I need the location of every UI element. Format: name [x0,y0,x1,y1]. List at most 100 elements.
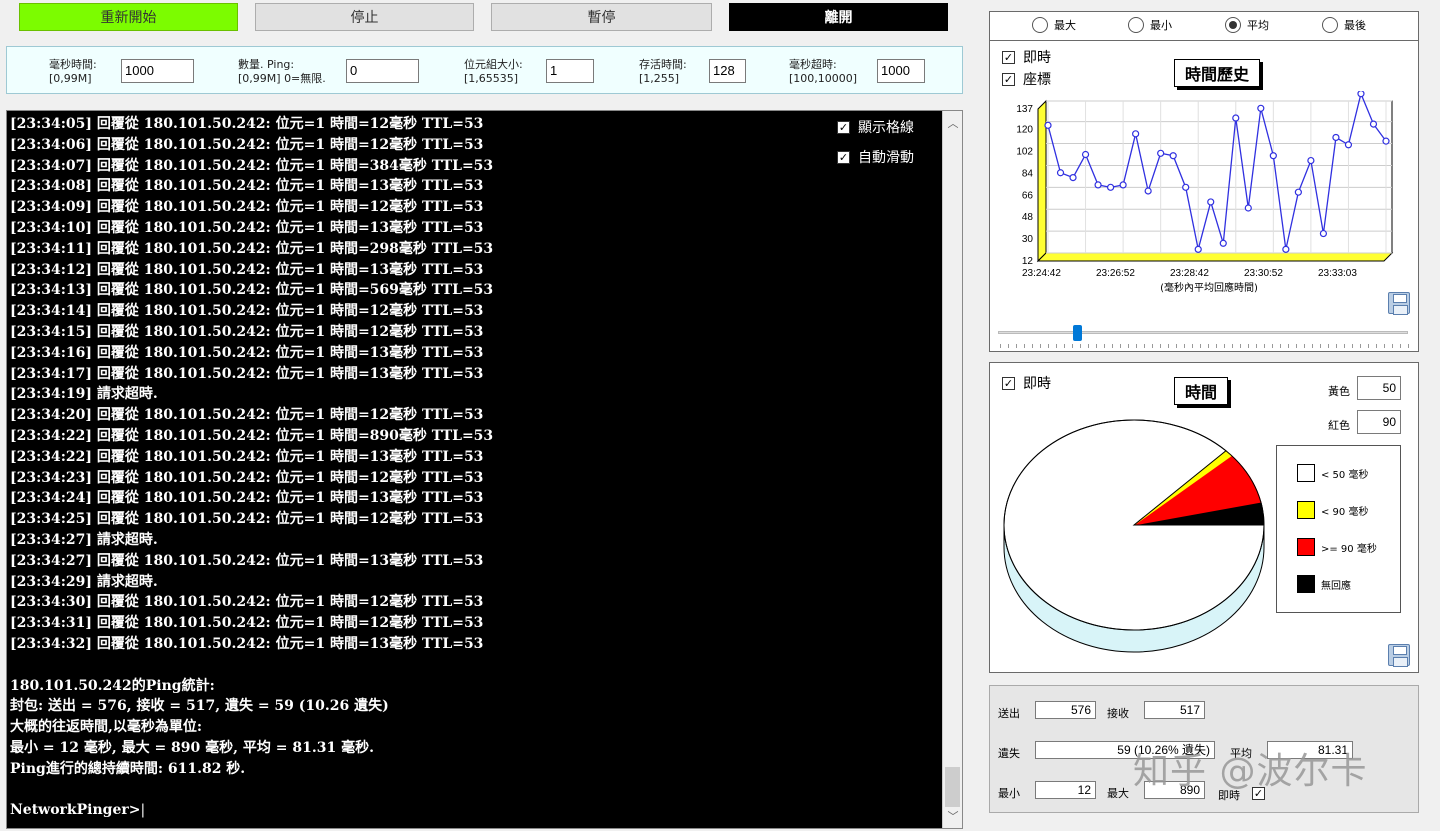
y-tick-label: 137 [1016,104,1033,115]
y-tick-label: 66 [1022,190,1034,201]
data-point [1219,239,1227,247]
chevron-up-icon[interactable]: ︿ [943,115,962,131]
save-chart-icon[interactable] [1388,292,1410,315]
radio-avg[interactable]: 平均 [1225,17,1269,33]
restart-button[interactable]: 重新開始 [19,3,238,31]
radio-last[interactable]: 最後 [1322,17,1366,33]
legend-item: >= 90 毫秒 [1297,538,1377,556]
console-line: [23:34:17] 回覆從 180.101.50.242: 位元=1 時間=1… [10,365,484,382]
legend-swatch [1297,538,1315,556]
ttl-input[interactable]: 128 [709,59,746,83]
interval-label: 毫秒時間: [0,99M] [49,58,97,85]
console-line: [23:34:25] 回覆從 180.101.50.242: 位元=1 時間=1… [10,511,484,528]
console-line: [23:34:10] 回覆從 180.101.50.242: 位元=1 時間=1… [10,219,484,236]
console-line: [23:34:30] 回覆從 180.101.50.242: 位元=1 時間=1… [10,594,484,611]
data-point [1182,183,1190,191]
history-slider-track[interactable] [998,331,1408,334]
show-grid-checkbox[interactable]: ✓ 顯示格線 [837,117,914,137]
leave-button[interactable]: 離開 [729,3,948,31]
data-point [1294,188,1302,196]
min-label: 最小 [998,787,1020,800]
check-icon: ✓ [837,150,850,164]
stat-mode-radio-group: 最大 最小 平均 最後 [989,11,1419,40]
console-line: [23:34:22] 回覆從 180.101.50.242: 位元=1 時間=8… [10,427,494,444]
console-line: 最小 = 12 毫秒, 最大 = 890 毫秒, 平均 = 81.31 毫秒. [10,739,374,756]
interval-input[interactable]: 1000 [121,59,194,83]
auto-scroll-checkbox[interactable]: ✓ 自動滑動 [837,147,914,167]
data-point [1232,114,1240,122]
data-point [1332,133,1340,142]
red-threshold-input[interactable]: 90 [1357,410,1401,434]
data-point [1081,150,1090,159]
data-point [1144,187,1152,195]
history-realtime-checkbox[interactable]: ✓ 即時 [1002,47,1051,67]
ping-parameters-panel: 毫秒時間: [0,99M] 1000 數量. Ping: [0,99M] 0=無限.… [6,46,963,94]
y-tick-label: 84 [1022,168,1034,179]
stop-button[interactable]: 停止 [255,3,474,31]
check-icon: ✓ [1002,50,1015,64]
console-line: 180.101.50.242的Ping統計: [10,677,215,694]
console-line: [23:34:24] 回覆從 180.101.50.242: 位元=1 時間=1… [10,490,484,507]
data-point [1369,120,1378,128]
time-pie-panel: ✓ 即時 時間 黃色 50 紅色 90 < 50 毫秒 < 90 毫秒 >= 90… [989,362,1419,673]
y-tick-label: 102 [1016,147,1033,158]
data-point [1194,245,1202,253]
pie-title: 時間 [1174,377,1229,405]
recv-label: 接收 [1107,707,1129,720]
console-line: [23:34:19] 請求超時. [10,386,158,403]
red-threshold-label: 紅色 [1328,419,1350,432]
save-pie-icon[interactable] [1388,644,1410,667]
timeout-label: 毫秒超時: [100,10000] [789,58,858,85]
slider-ticks [1000,344,1410,348]
recv-value: 517 [1144,701,1205,719]
radio-min[interactable]: 最小 [1128,17,1172,33]
data-point [1207,198,1215,206]
count-label: 數量. Ping: [0,99M] 0=無限. [238,58,326,85]
count-input[interactable]: 0 [346,59,419,83]
data-point [1319,229,1328,238]
y-tick-label: 12 [1022,256,1034,267]
history-title: 時間歷史 [1174,59,1261,87]
data-point [1119,181,1127,189]
history-slider-thumb[interactable] [1073,325,1082,341]
check-icon: ✓ [837,120,850,134]
check-icon: ✓ [1002,376,1015,390]
timeout-input[interactable]: 1000 [877,59,925,83]
history-coords-checkbox[interactable]: ✓ 座標 [1002,69,1051,89]
scrollbar-thumb[interactable] [945,767,960,807]
y-tick-label: 48 [1022,212,1034,223]
data-point [1244,204,1252,212]
chevron-down-icon[interactable]: ﹀ [943,808,962,824]
data-point [1282,245,1290,253]
console-line: [23:34:13] 回覆從 180.101.50.242: 位元=1 時間=5… [10,282,494,299]
data-point [1044,121,1052,129]
console-line: [23:34:07] 回覆從 180.101.50.242: 位元=1 時間=3… [10,157,494,174]
console-line: [23:34:05] 回覆從 180.101.50.242: 位元=1 時間=1… [10,116,484,132]
time-pie-chart [1003,419,1265,653]
console-line: [23:34:27] 回覆從 180.101.50.242: 位元=1 時間=1… [10,552,484,569]
console-lines: [23:34:05] 回覆從 180.101.50.242: 位元=1 時間=1… [10,114,493,821]
yellow-threshold-label: 黃色 [1328,385,1350,398]
pie-legend: < 50 毫秒 < 90 毫秒 >= 90 毫秒 無回應 [1276,445,1401,613]
console-line: [23:34:06] 回覆從 180.101.50.242: 位元=1 時間=1… [10,136,484,153]
console-output[interactable]: [23:34:05] 回覆從 180.101.50.242: 位元=1 時間=1… [6,110,963,829]
console-line: [23:34:23] 回覆從 180.101.50.242: 位元=1 時間=1… [10,469,484,486]
time-history-chart: 12 30 48 66 84 102 120 137 23:24:42 23:26:52 23:28… [1016,91,1394,294]
radio-max[interactable]: 最大 [1032,17,1076,33]
data-point [1382,137,1390,145]
data-point [1269,152,1277,160]
pie-realtime-checkbox[interactable]: ✓ 即時 [1002,373,1051,393]
watermark: 知乎 @波尔卡 [1133,751,1368,792]
x-axis-label: (毫秒內平均回應時間) [1160,281,1258,294]
pie-slice [1003,419,1265,631]
legend-swatch [1297,501,1315,519]
pause-button[interactable]: 暫停 [491,3,712,31]
x-tick-label: 23:24:42 [1022,268,1061,279]
console-line: [23:34:12] 回覆從 180.101.50.242: 位元=1 時間=1… [10,261,484,278]
console-line: [23:34:20] 回覆從 180.101.50.242: 位元=1 時間=1… [10,407,484,424]
yellow-threshold-input[interactable]: 50 [1357,376,1401,400]
bytes-input[interactable]: 1 [546,59,594,83]
console-scrollbar[interactable]: ︿ ﹀ [942,111,962,828]
data-point [1307,156,1315,165]
